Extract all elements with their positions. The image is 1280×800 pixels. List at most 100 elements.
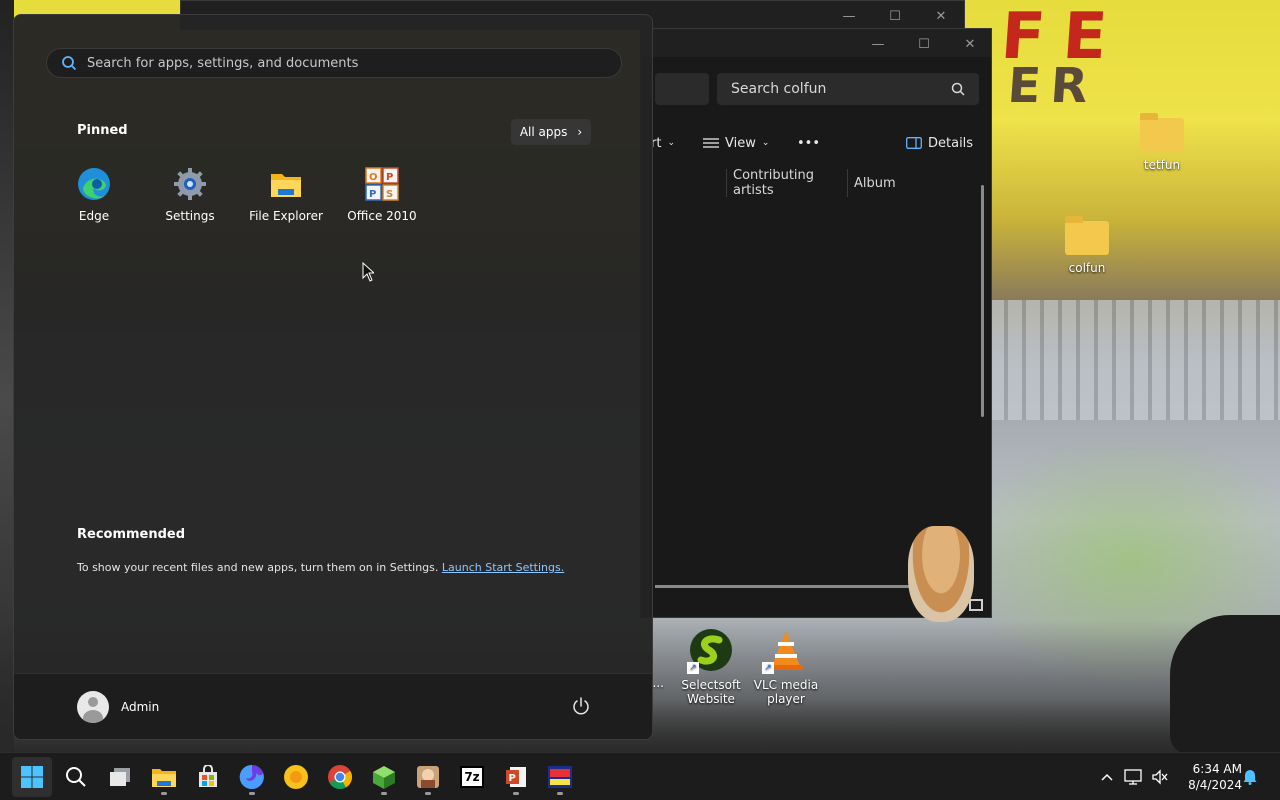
store-icon [199, 765, 217, 787]
cube-icon [373, 766, 395, 789]
network-button[interactable] [1118, 753, 1148, 800]
svg-text:S: S [386, 189, 393, 200]
explorer-titlebar[interactable]: — ☐ ✕ [641, 29, 991, 57]
launch-start-settings-link[interactable]: Launch Start Settings. [442, 561, 564, 574]
system-tray [1096, 753, 1172, 800]
vlc-cone-icon: ↗ [762, 628, 808, 674]
show-hidden-icons-button[interactable] [1096, 753, 1118, 800]
start-menu-footer: Admin [14, 673, 652, 739]
desktop-icon-label: tetfun [1143, 158, 1181, 172]
column-header-label: Album [854, 175, 896, 191]
selectsoft-icon: ↗ [687, 628, 733, 674]
svg-text:P: P [369, 189, 376, 200]
all-apps-button[interactable]: All apps › [511, 119, 591, 145]
start-menu: Pinned All apps › Edge [13, 14, 653, 740]
explorer-search-input[interactable]: Search colfun [717, 73, 979, 105]
power-button[interactable] [570, 695, 592, 717]
recommended-text: To show your recent files and new apps, … [77, 561, 439, 574]
more-icon: ••• [797, 135, 821, 151]
task-view-icon [110, 768, 130, 786]
taskbar-chrome-button[interactable] [320, 757, 360, 797]
yellow-circle-icon [284, 765, 308, 789]
desktop-icon-label: VLC media player [753, 678, 819, 707]
view-button[interactable]: View ⌄ [703, 127, 769, 159]
desktop-icon-colfun[interactable]: colfun [1047, 216, 1127, 275]
notifications-button[interactable] [1242, 767, 1262, 787]
view-label: View [725, 135, 756, 151]
large-icons-view-icon[interactable] [969, 599, 983, 611]
desktop-icon-tetfun[interactable]: tetfun [1122, 113, 1202, 172]
pclu-icon [548, 766, 572, 788]
minimize-icon[interactable]: — [855, 29, 901, 59]
close-icon[interactable]: ✕ [918, 1, 964, 31]
taskbar-task-view-button[interactable] [100, 757, 140, 797]
column-header-contributing-artists[interactable]: Contributing artists [726, 168, 846, 198]
chevron-down-icon: ⌄ [667, 138, 675, 148]
desktop-icon-selectsoft[interactable]: ↗ Selectsoft Website [671, 628, 751, 707]
chevron-up-icon [1101, 773, 1113, 781]
taskbar-yellow-app-button[interactable] [276, 757, 316, 797]
view-lines-icon [703, 138, 719, 148]
game-icon [417, 766, 439, 788]
desktop-icon-vlc[interactable]: ↗ VLC media player [746, 628, 826, 707]
power-icon [573, 697, 589, 715]
folder-icon [1140, 113, 1184, 152]
running-indicator [161, 792, 167, 795]
recommended-message: To show your recent files and new apps, … [77, 561, 564, 574]
vertical-scrollbar[interactable] [981, 185, 984, 417]
explorer-command-bar: rt ⌄ View ⌄ ••• Details [641, 127, 991, 159]
taskbar-pclu-button[interactable] [540, 757, 580, 797]
wallpaper-sign-graphic: FE ER [998, 0, 1128, 114]
taskbar-firefox-button[interactable] [232, 757, 272, 797]
wallpaper-car [1170, 615, 1280, 755]
recommended-heading: Recommended [77, 527, 186, 542]
chevron-down-icon: ⌄ [761, 138, 770, 148]
close-icon[interactable]: ✕ [947, 29, 991, 59]
start-search-box[interactable] [46, 48, 622, 78]
pinned-app-office-2010[interactable]: O P P S Office 2010 [334, 167, 430, 223]
shortcut-arrow-icon: ↗ [687, 662, 699, 674]
window-controls: — ☐ ✕ [855, 29, 991, 59]
pinned-app-settings[interactable]: Settings [142, 167, 238, 223]
svg-text:P: P [386, 172, 393, 183]
taskbar-7zip-button[interactable]: 7z [452, 757, 492, 797]
clock-time: 6:34 AM [1192, 762, 1242, 776]
maximize-icon[interactable]: ☐ [901, 29, 947, 59]
7z-icon-text: 7z [464, 770, 480, 784]
address-bar[interactable] [655, 73, 709, 105]
taskbar-cube-app-button[interactable] [364, 757, 404, 797]
bell-icon [1243, 770, 1257, 785]
running-indicator [381, 792, 387, 795]
user-account-button[interactable]: Admin [77, 691, 159, 723]
settings-gear-icon [173, 167, 207, 201]
svg-text:O: O [369, 172, 378, 183]
details-pane-button[interactable]: Details [906, 127, 973, 159]
maximize-icon[interactable]: ☐ [872, 1, 918, 31]
running-indicator [249, 792, 255, 795]
sort-button[interactable]: rt ⌄ [651, 127, 675, 159]
hamster-desktop-pet[interactable] [908, 526, 974, 622]
taskbar-file-explorer-button[interactable] [144, 757, 184, 797]
minimize-icon[interactable]: — [826, 1, 872, 31]
pinned-app-file-explorer[interactable]: File Explorer [238, 167, 334, 223]
taskbar-store-button[interactable] [188, 757, 228, 797]
office-icon: O P P S [365, 167, 399, 201]
details-pane-icon [906, 137, 922, 149]
taskbar: 7z P 6:34 AM 8/4/2024 [0, 752, 1280, 800]
start-search-input[interactable] [87, 55, 607, 71]
column-header-album[interactable]: Album [847, 169, 987, 197]
pinned-app-edge[interactable]: Edge [46, 167, 142, 223]
volume-button[interactable] [1148, 753, 1172, 800]
horizontal-scrollbar[interactable] [655, 585, 917, 588]
taskbar-powerpoint-button[interactable]: P [496, 757, 536, 797]
clock[interactable]: 6:34 AM 8/4/2024 [1180, 761, 1242, 793]
taskbar-game-app-button[interactable] [408, 757, 448, 797]
powerpoint-icon: P [506, 767, 526, 787]
all-apps-label: All apps [519, 125, 568, 139]
taskbar-search-button[interactable] [56, 757, 96, 797]
taskbar-start-button[interactable] [12, 757, 52, 797]
column-header-label: Contributing artists [733, 168, 815, 198]
7z-icon: 7z [460, 766, 484, 788]
more-options-button[interactable]: ••• [797, 127, 820, 159]
desktop-icon-label: Selectsoft Website [681, 678, 741, 707]
